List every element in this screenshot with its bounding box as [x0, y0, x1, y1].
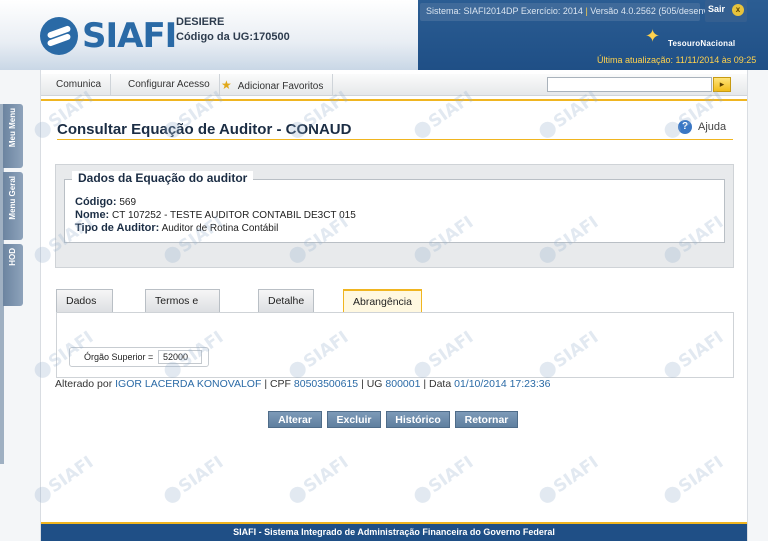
system-info-a: Sistema: SIAFI2014DP Exercício: 2014: [426, 6, 583, 16]
details-legend: Dados da Equação do auditor: [72, 171, 254, 185]
side-tab-label: HOD: [8, 248, 17, 266]
user-info: DESIERE Código da UG:170500: [176, 15, 290, 45]
menu-adicionar-favoritos[interactable]: ★ Adicionar Favoritos: [212, 74, 334, 96]
side-tab-label: Menu Geral: [8, 176, 17, 220]
siafi-logo: SIAFI: [40, 16, 177, 56]
help-label: Ajuda: [698, 121, 727, 133]
audit-data: 01/10/2014 17:23:36: [454, 378, 551, 390]
orgao-superior-label: Órgão Superior =: [84, 352, 154, 362]
page-title: Consultar Equação de Auditor - CONAUD: [57, 121, 352, 138]
system-info-separator: |: [585, 6, 588, 16]
system-info-b: Versão 4.0.2562 (505/desenv): [590, 6, 711, 16]
audit-cpf-label: | CPF: [264, 378, 291, 390]
logout-label: Sair: [708, 4, 726, 14]
audit-user: IGOR LACERDA KONOVALOF: [115, 378, 262, 390]
ug-info: Código da UG:170500: [176, 30, 290, 45]
historico-button[interactable]: Histórico: [386, 411, 450, 428]
main-panel: Comunica Configurar Acesso ★ Adicionar Fa…: [40, 70, 748, 541]
tab-detalhe-termo[interactable]: Detalhe Termo: [258, 289, 315, 329]
audit-data-label: | Data: [423, 378, 452, 390]
codigo-value: 569: [119, 197, 137, 208]
side-tab-hod[interactable]: HOD: [3, 244, 23, 306]
menu-favoritos-label: Adicionar Favoritos: [237, 81, 324, 92]
audit-ug-label: | UG: [361, 378, 383, 390]
tab-abrangencia[interactable]: Abrangência: [343, 289, 422, 313]
audit-info: Alterado por IGOR LACERDA KONOVALOF | CP…: [55, 378, 550, 390]
tipo-row: Tipo de Auditor: Auditor de Rotina Contá…: [75, 222, 278, 234]
footer: SIAFI - Sistema Integrado de Administraç…: [41, 522, 747, 541]
menu-configurar-acesso[interactable]: Configurar Acesso: [119, 74, 220, 96]
user-name: DESIERE: [176, 16, 225, 28]
orgao-superior-filter: Órgão Superior = 52000: [69, 347, 209, 367]
side-tabs: Meu Menu Menu Geral HOD: [3, 104, 23, 310]
codigo-row: Código: 569: [75, 196, 136, 208]
system-info: Sistema: SIAFI2014DP Exercício: 2014 | V…: [420, 3, 711, 21]
nome-label: Nome:: [75, 209, 110, 221]
star-icon: ★: [221, 78, 232, 92]
nome-row: Nome: CT 107252 - TESTE AUDITOR CONTABIL…: [75, 209, 356, 221]
audit-cpf: 80503500615: [293, 378, 359, 390]
side-tab-label: Meu Menu: [8, 108, 17, 148]
side-tab-menu-geral[interactable]: Menu Geral: [3, 172, 23, 240]
tipo-value: Auditor de Rotina Contábil: [161, 223, 279, 234]
tesouro-logo-text: TesouroNacional: [668, 39, 736, 48]
audit-ug: 800001: [385, 378, 421, 390]
siafi-logo-text: SIAFI: [82, 16, 177, 56]
tesouro-star-icon: ✦: [645, 26, 661, 46]
search-input[interactable]: [547, 77, 712, 92]
ug-value: 170500: [253, 31, 290, 43]
tab-dados-basicos[interactable]: Dados Básicos: [56, 289, 113, 329]
orgao-superior-value: 52000: [158, 350, 202, 364]
close-icon: x: [732, 4, 744, 16]
alterar-button[interactable]: Alterar: [268, 411, 322, 428]
help-icon: ?: [678, 120, 692, 134]
nome-value: CT 107252 - TESTE AUDITOR CONTABIL DE3CT…: [112, 210, 356, 221]
title-divider: [57, 139, 733, 140]
ug-label: Código da UG:: [176, 31, 253, 43]
excluir-button[interactable]: Excluir: [327, 411, 381, 428]
menubar: Comunica Configurar Acesso ★ Adicionar Fa…: [41, 74, 747, 101]
codigo-label: Código:: [75, 196, 117, 208]
side-tab-meu-menu[interactable]: Meu Menu: [3, 104, 23, 168]
app-header: SIAFI DESIERE Código da UG:170500 Sistem…: [0, 0, 768, 70]
details-fieldset: Dados da Equação do auditor Código: 569 …: [64, 171, 725, 243]
help-link[interactable]: ? Ajuda: [678, 120, 726, 134]
last-update: Última atualização: 11/11/2014 às 09:25: [597, 55, 757, 65]
search-go-button[interactable]: ▸: [713, 77, 731, 92]
menu-comunica[interactable]: Comunica: [47, 74, 112, 96]
tab-panel-abrangencia: Órgão Superior = 52000: [56, 312, 734, 378]
logout-button[interactable]: Sair x: [705, 0, 747, 22]
audit-prefix: Alterado por: [55, 378, 113, 390]
tipo-label: Tipo de Auditor:: [75, 222, 160, 234]
menu-underline: [41, 99, 747, 101]
retornar-button[interactable]: Retornar: [455, 411, 518, 428]
details-panel: Dados da Equação do auditor Código: 569 …: [55, 164, 734, 268]
siafi-logo-icon: [40, 17, 78, 55]
tab-termos-operadores[interactable]: Termos e Operadores: [145, 289, 221, 329]
